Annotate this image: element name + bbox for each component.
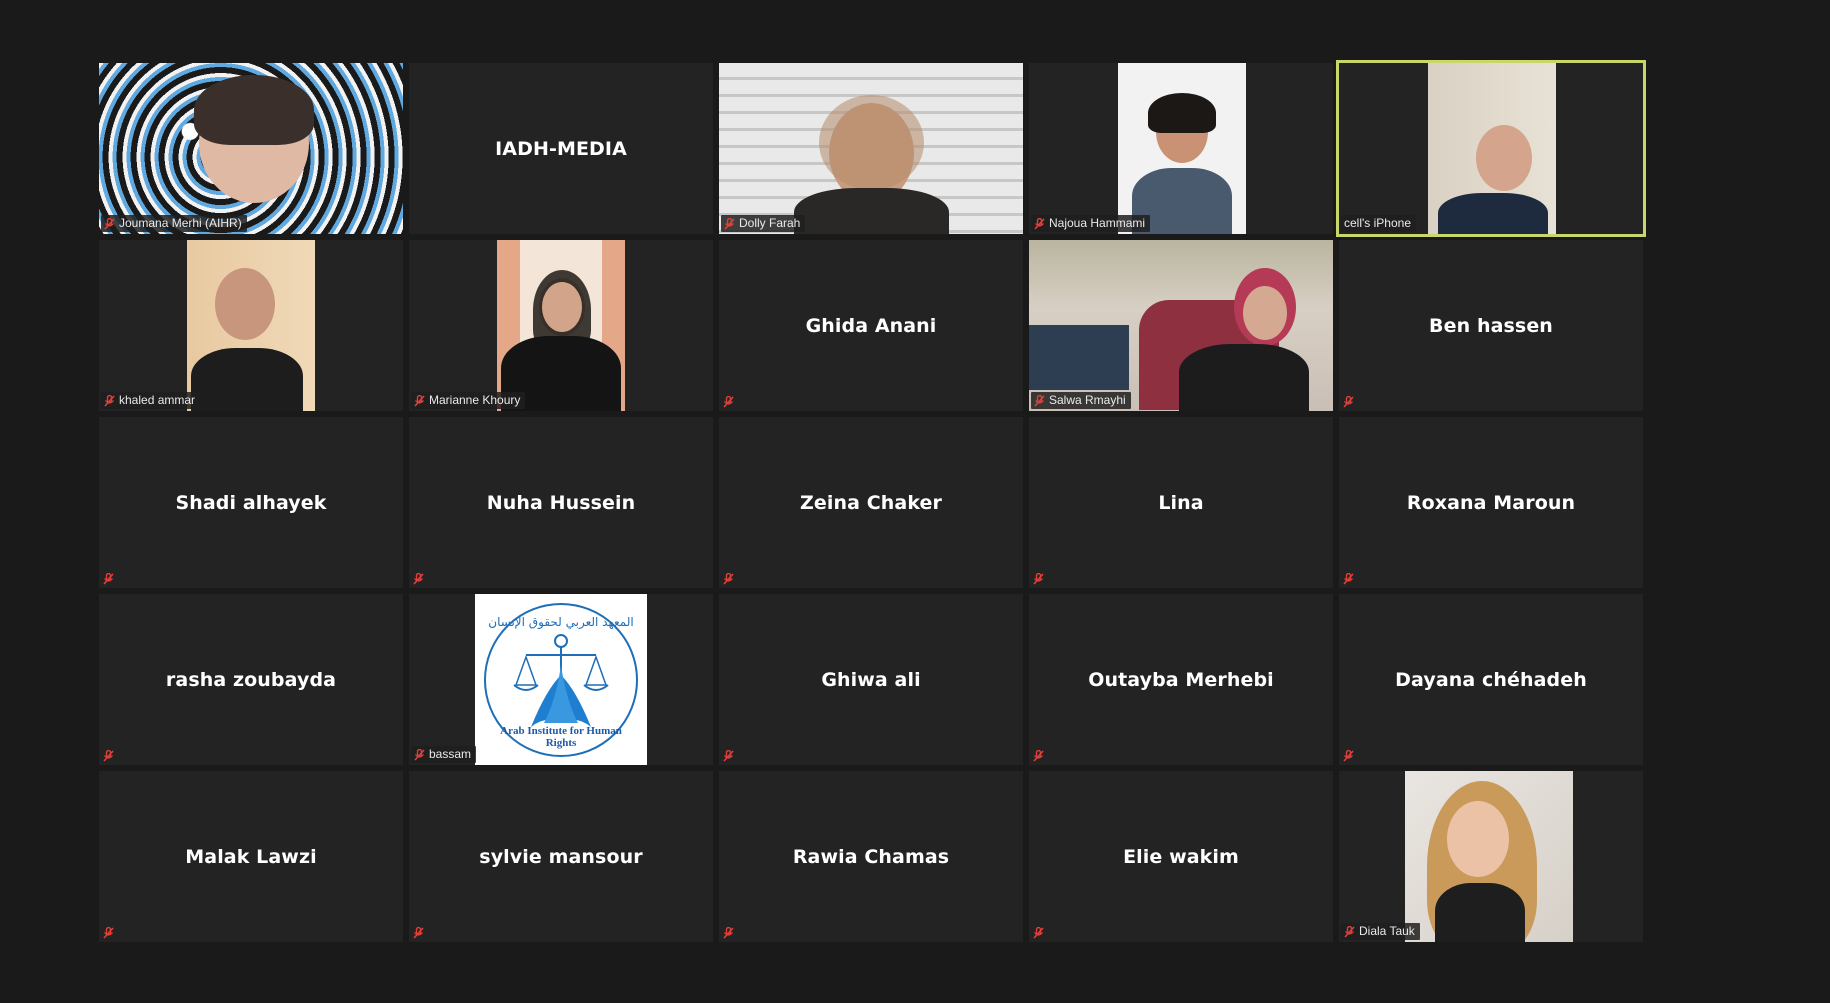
mic-muted-icon [103, 927, 114, 939]
participant-video [1029, 240, 1333, 411]
participant-video [99, 63, 403, 234]
participant-video [187, 240, 315, 411]
participant-tile-najoua-hammami[interactable]: Najoua Hammami [1029, 63, 1333, 234]
participant-video [1118, 63, 1246, 234]
participant-tile-marianne-khoury[interactable]: Marianne Khoury [409, 240, 713, 411]
gallery-grid: Joumana Merhi (AIHR) IADH-MEDIA Dolly Fa… [99, 60, 1646, 942]
participant-video [719, 63, 1023, 234]
participant-name: Diala Tauk [1359, 924, 1415, 938]
participant-name: Marianne Khoury [429, 393, 521, 407]
participant-tile-lina[interactable]: Lina [1029, 417, 1333, 588]
participant-tile-nuha-hussein[interactable]: Nuha Hussein [409, 417, 713, 588]
participant-display-name: IADH-MEDIA [495, 137, 627, 160]
participant-name: Salwa Rmayhi [1049, 393, 1126, 407]
participant-tile-diala-tauk[interactable]: Diala Tauk [1339, 771, 1643, 942]
participant-display-name: rasha zoubayda [165, 668, 337, 691]
mic-muted-icon [1343, 573, 1354, 585]
participant-tile-salwa-rmayhi[interactable]: Salwa Rmayhi [1029, 240, 1333, 411]
participant-tile-zeina-chaker[interactable]: Zeina Chaker [719, 417, 1023, 588]
participant-tile-ghiwa-ali[interactable]: Ghiwa ali [719, 594, 1023, 765]
mic-muted-icon [414, 394, 425, 407]
participant-tile-malak-lawzi[interactable]: Malak Lawzi [99, 771, 403, 942]
mic-muted-icon [1034, 394, 1045, 407]
participant-display-name: Dayana chéhadeh [1395, 668, 1587, 691]
participant-name: Joumana Merhi (AIHR) [119, 216, 242, 230]
participant-name: bassam [429, 747, 472, 761]
participant-tile-dayana-chehadeh[interactable]: Dayana chéhadeh [1339, 594, 1643, 765]
participant-tile-khaled-ammar[interactable]: khaled ammar [99, 240, 403, 411]
participant-display-name: Roxana Maroun [1406, 491, 1576, 514]
mic-muted-icon [1034, 217, 1045, 230]
logo-caption: Arab Institute for Human Rights [500, 724, 622, 749]
participant-video: المعهد العربي لحقوق الإنسان Arab Institu… [475, 594, 647, 765]
mic-muted-icon [723, 396, 734, 408]
mic-muted-icon [104, 394, 115, 407]
participant-display-name: Lina [1158, 491, 1204, 514]
participant-display-name: Zeina Chaker [799, 491, 942, 514]
participant-tile-cells-iphone[interactable]: cell's iPhone [1336, 60, 1646, 237]
participant-display-name: Ghida Anani [805, 314, 937, 337]
participant-name: Najoua Hammami [1049, 216, 1146, 230]
mic-muted-icon [413, 573, 424, 585]
participant-display-name: Shadi alhayek [175, 491, 327, 514]
participant-display-name: sylvie mansour [479, 845, 643, 868]
participant-name-label: Salwa Rmayhi [1031, 392, 1131, 409]
mic-muted-icon [1033, 573, 1044, 585]
participant-display-name: Malak Lawzi [185, 845, 317, 868]
mic-muted-icon [1344, 925, 1355, 938]
mic-muted-icon [724, 217, 735, 230]
participant-display-name: Rawia Chamas [792, 845, 950, 868]
participant-tile-rawia-chamas[interactable]: Rawia Chamas [719, 771, 1023, 942]
mic-muted-icon [723, 750, 734, 762]
mic-muted-icon [1033, 750, 1044, 762]
participant-name: khaled ammar [119, 393, 196, 407]
participant-name-label: Marianne Khoury [411, 392, 526, 409]
participant-display-name: Ben hassen [1429, 314, 1553, 337]
participant-name-label: bassam [411, 746, 477, 763]
participant-display-name: Elie wakim [1123, 845, 1239, 868]
mic-muted-icon [104, 217, 115, 230]
background-screen [1029, 325, 1129, 390]
participant-tile-outayba-merhebi[interactable]: Outayba Merhebi [1029, 594, 1333, 765]
mic-muted-icon [1033, 927, 1044, 939]
participant-tile-roxana-maroun[interactable]: Roxana Maroun [1339, 417, 1643, 588]
participant-tile-ghida-anani[interactable]: Ghida Anani [719, 240, 1023, 411]
meeting-window: Joumana Merhi (AIHR) IADH-MEDIA Dolly Fa… [0, 0, 1830, 1003]
participant-tile-bassam[interactable]: المعهد العربي لحقوق الإنسان Arab Institu… [409, 594, 713, 765]
mic-muted-icon [413, 927, 424, 939]
participant-tile-shadi-alhayek[interactable]: Shadi alhayek [99, 417, 403, 588]
participant-display-name: Outayba Merhebi [1088, 668, 1274, 691]
mic-muted-icon [723, 573, 734, 585]
aihr-logo: المعهد العربي لحقوق الإنسان Arab Institu… [484, 602, 638, 757]
participant-name-label: khaled ammar [101, 392, 201, 409]
mic-muted-icon [103, 573, 114, 585]
participant-name-label: cell's iPhone [1341, 215, 1416, 232]
participant-display-name: Nuha Hussein [486, 491, 636, 514]
participant-tile-elie-wakim[interactable]: Elie wakim [1029, 771, 1333, 942]
participant-video [497, 240, 625, 411]
participant-video [1428, 63, 1556, 234]
mic-muted-icon [1343, 750, 1354, 762]
participant-name-label: Diala Tauk [1341, 923, 1420, 940]
participant-name-label: Najoua Hammami [1031, 215, 1151, 232]
mic-muted-icon [414, 748, 425, 761]
mic-muted-icon [723, 927, 734, 939]
mic-muted-icon [1343, 396, 1354, 408]
participant-tile-rasha-zoubayda[interactable]: rasha zoubayda [99, 594, 403, 765]
participant-video [1405, 771, 1573, 942]
participant-tile-dolly-farah[interactable]: Dolly Farah [719, 63, 1023, 234]
participant-name-label: Joumana Merhi (AIHR) [101, 215, 247, 232]
participant-name-label: Dolly Farah [721, 215, 806, 232]
participant-tile-joumana-merhi[interactable]: Joumana Merhi (AIHR) [99, 63, 403, 234]
participant-tile-ben-hassen[interactable]: Ben hassen [1339, 240, 1643, 411]
mic-muted-icon [103, 750, 114, 762]
participant-tile-sylvie-mansour[interactable]: sylvie mansour [409, 771, 713, 942]
participant-display-name: Ghiwa ali [821, 668, 921, 691]
participant-tile-iadh-media[interactable]: IADH-MEDIA [409, 63, 713, 234]
participant-name: Dolly Farah [739, 216, 801, 230]
participant-name: cell's iPhone [1344, 216, 1411, 230]
